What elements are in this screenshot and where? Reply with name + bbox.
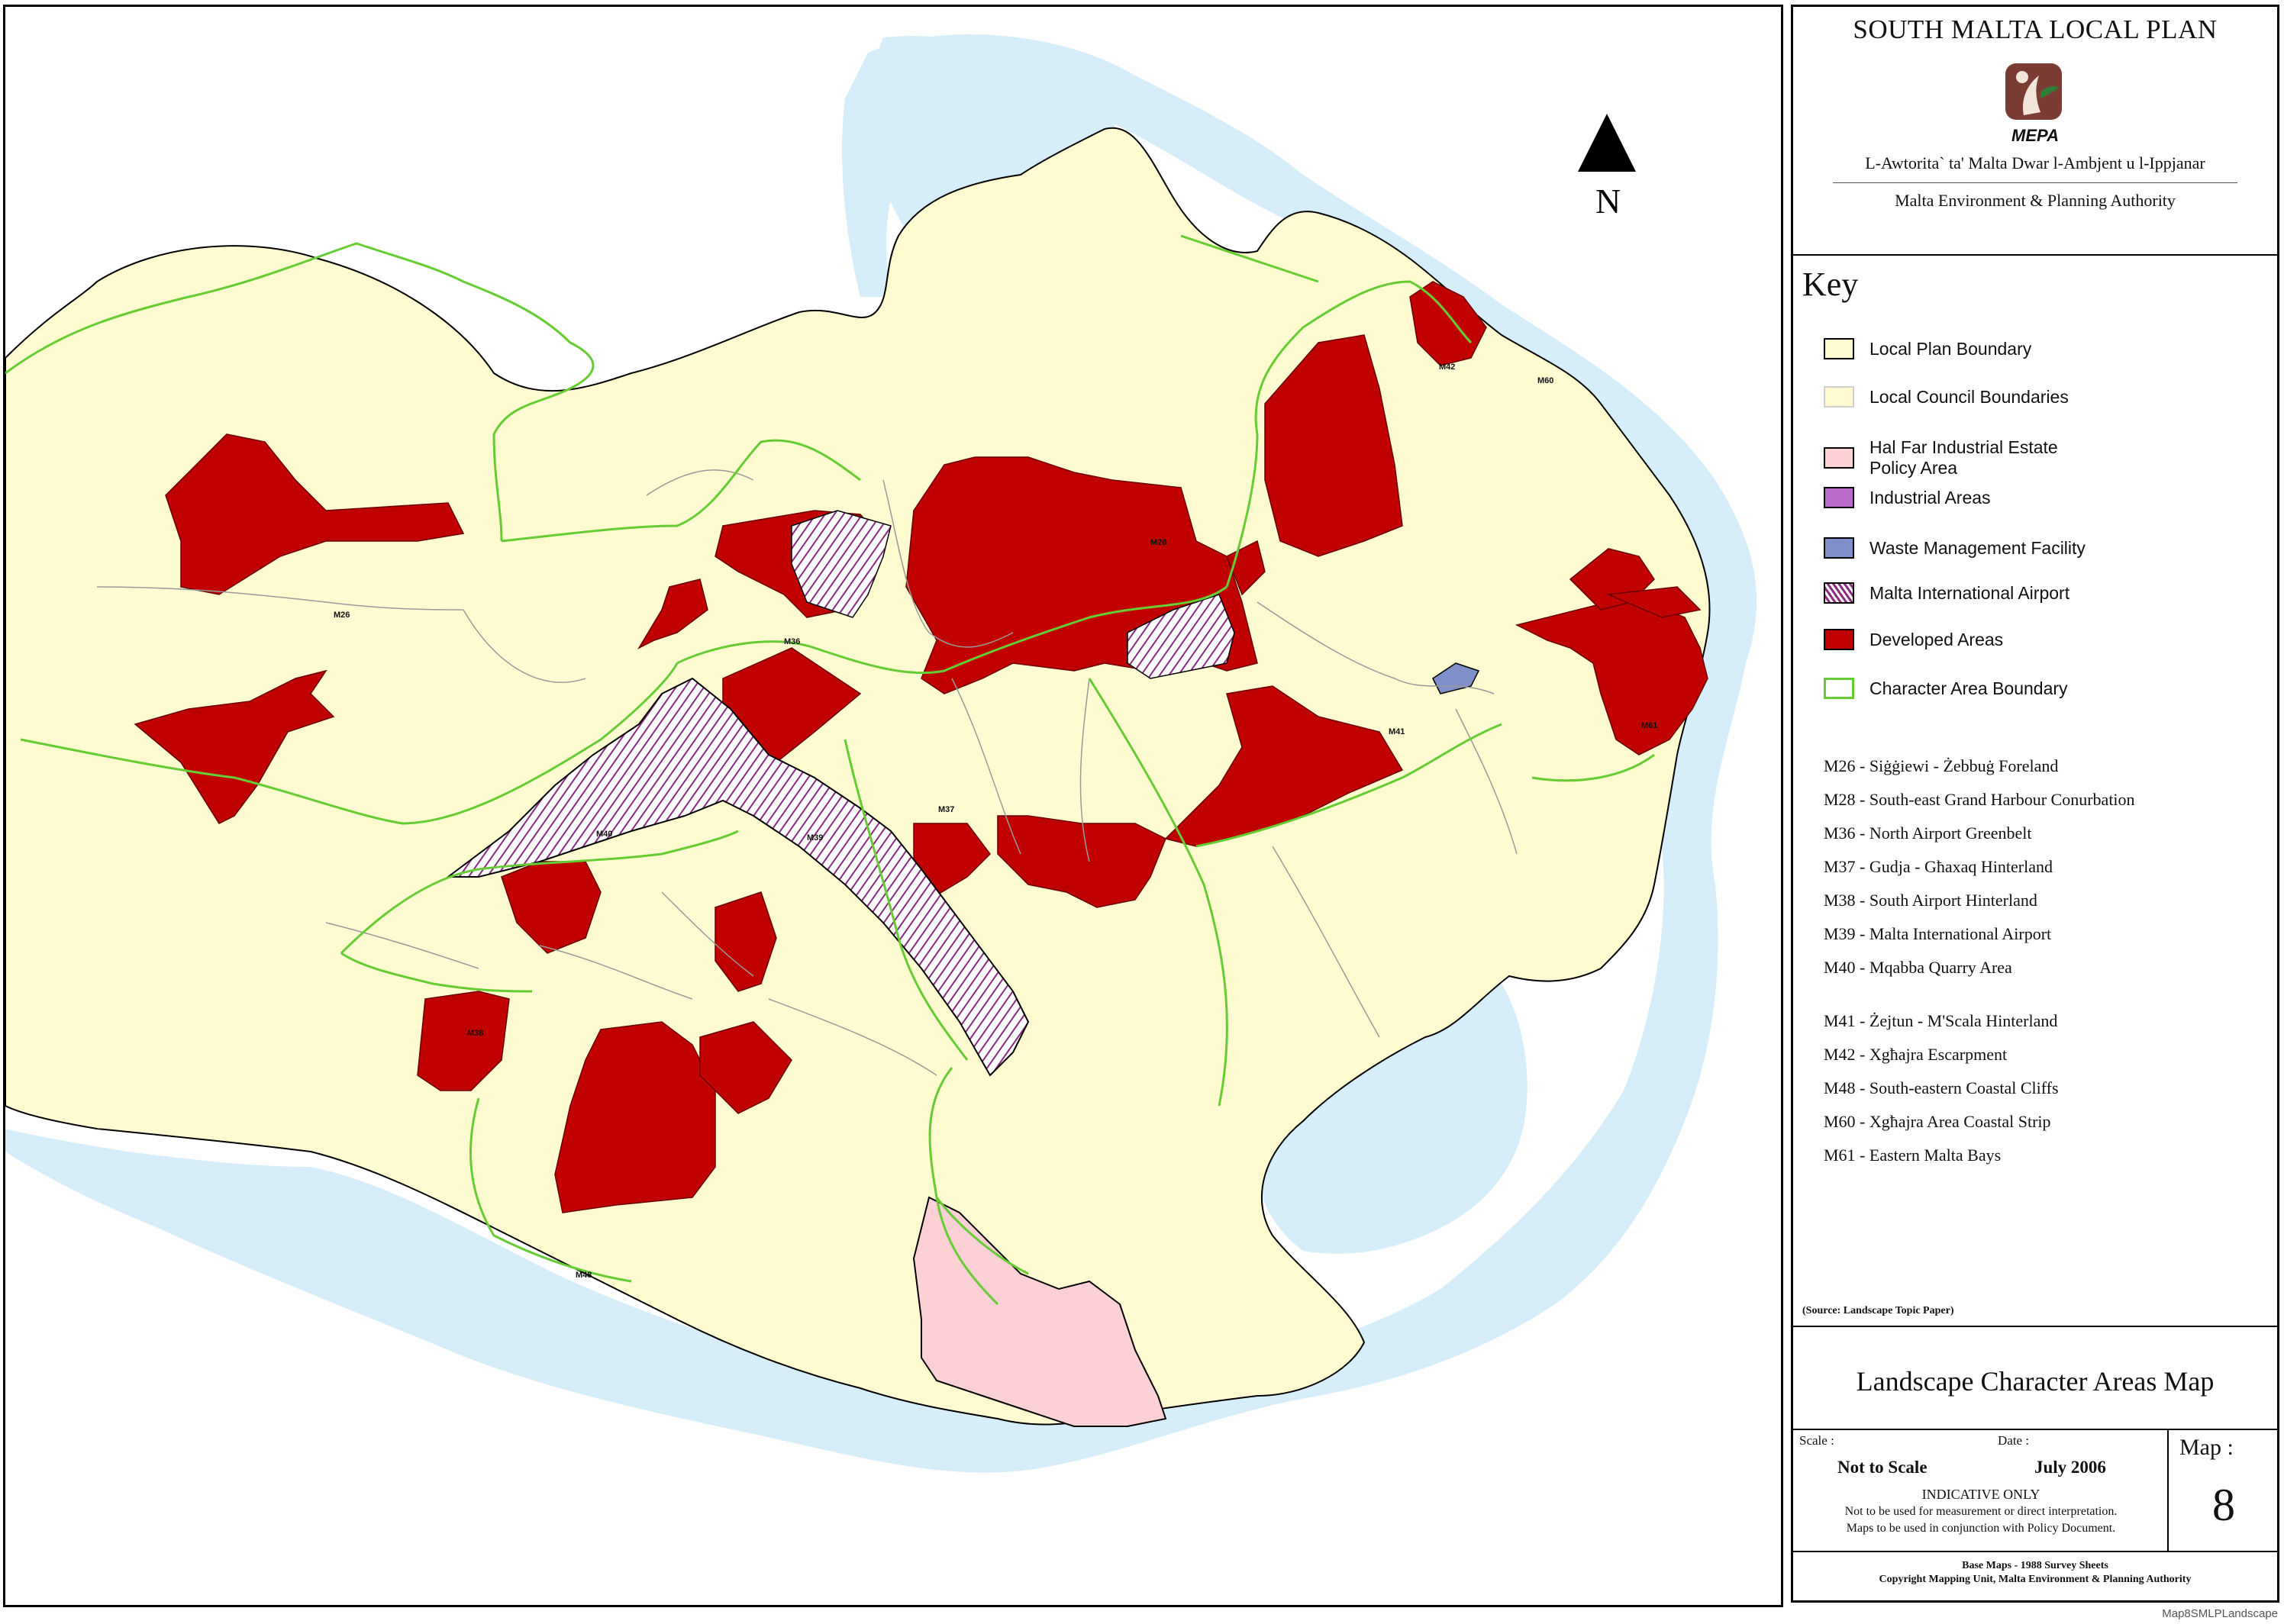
area-label-m48: M48: [576, 1271, 592, 1280]
date-value: July 2006: [2034, 1458, 2106, 1477]
legend-swatch: [1824, 338, 1854, 359]
legend-label: Hal Far Industrial Estate Policy Area: [1869, 437, 2058, 478]
copyright-note: Copyright Mapping Unit, Malta Environmen…: [1879, 1574, 2192, 1585]
area-label-m37: M37: [938, 805, 954, 814]
side-panel: SOUTH MALTA LOCAL PLAN MEPA L-Awtorita` …: [1791, 5, 2279, 1603]
area-code-m36: M36 - North Airport Greenbelt: [1824, 823, 2032, 843]
legend-label: Local Plan Boundary: [1869, 338, 2032, 359]
legend-swatch: [1824, 447, 1854, 469]
indicative-note: INDICATIVE ONLY: [1921, 1487, 2040, 1502]
map-number-box: Map : 8: [2167, 1430, 2279, 1552]
usage-note-line2: Maps to be used in conjunction with Poli…: [1846, 1522, 2116, 1535]
base-block: Base Maps - 1988 Survey Sheets Copyright…: [1793, 1552, 2277, 1600]
key-block: Key Local Plan Boundary Local Council Bo…: [1793, 256, 2277, 1327]
area-label-m42: M42: [1439, 362, 1455, 372]
area-code-m60: M60 - Xgħajra Area Coastal Strip: [1824, 1112, 2051, 1131]
area-label-m36: M36: [784, 637, 800, 646]
legend-item-airport: Malta International Airport: [1824, 582, 2069, 604]
legend-item-local-plan-boundary: Local Plan Boundary: [1824, 338, 2031, 359]
mepa-logo-icon: MEPA: [2005, 63, 2062, 145]
north-arrow-icon: [1578, 114, 1636, 172]
authority-name-english: Malta Environment & Planning Authority: [1895, 191, 2176, 210]
area-label-m38: M38: [467, 1029, 483, 1038]
legend-label: Malta International Airport: [1869, 582, 2070, 603]
area-code-m48: M48 - South-eastern Coastal Cliffs: [1824, 1078, 2059, 1097]
legend-label: Local Council Boundaries: [1869, 386, 2069, 407]
info-block: Scale : Date : Not to Scale July 2006 IN…: [1793, 1430, 2277, 1552]
legend-swatch: [1824, 386, 1854, 408]
legend-swatch: [1824, 487, 1854, 508]
legend-label-line1: Hal Far Industrial Estate: [1869, 437, 2058, 457]
usage-note-line1: Not to be used for measurement or direct…: [1844, 1505, 2118, 1518]
scale-caption: Scale :: [1799, 1433, 1834, 1448]
area-label-m28: M28: [1150, 538, 1166, 547]
legend-swatch: [1824, 629, 1854, 650]
key-title: Key: [1802, 266, 1859, 303]
area-code-m42: M42 - Xgħajra Escarpment: [1824, 1045, 2008, 1064]
area-code-m39: M39 - Malta International Airport: [1824, 924, 2052, 943]
map-canvas: M26 M28 M36 M37 M38 M39 M40 M41 M42 M48 …: [5, 34, 1757, 1473]
title-block: SOUTH MALTA LOCAL PLAN MEPA L-Awtorita` …: [1793, 7, 2277, 256]
legend-swatch: [1824, 582, 1854, 604]
mepa-logo: MEPA: [2001, 62, 2069, 147]
legend-label: Industrial Areas: [1869, 487, 1991, 508]
legend-label: Character Area Boundary: [1869, 678, 2068, 698]
map-number: 8: [2212, 1480, 2235, 1530]
area-code-m38: M38 - South Airport Hinterland: [1824, 891, 2037, 910]
area-label-m41: M41: [1389, 727, 1405, 736]
area-code-m41: M41 - Żejtun - M'Scala Hinterland: [1824, 1011, 2058, 1030]
legend-item-hal-far: Hal Far Industrial Estate Policy Area: [1824, 437, 2058, 478]
area-label-m26: M26: [334, 611, 350, 620]
area-label-m61: M61: [1641, 721, 1657, 730]
file-name: Map8SMLPLandscape: [2162, 1607, 2278, 1620]
plan-title: SOUTH MALTA LOCAL PLAN: [1853, 14, 2218, 44]
legend-label: Waste Management Facility: [1869, 537, 2086, 558]
area-code-m37: M37 - Gudja - Għaxaq Hinterland: [1824, 857, 2053, 876]
area-code-m61: M61 - Eastern Malta Bays: [1824, 1146, 2002, 1165]
area-code-m40: M40 - Mqabba Quarry Area: [1824, 958, 2012, 977]
map-frame: M26 M28 M36 M37 M38 M39 M40 M41 M42 M48 …: [3, 5, 1783, 1607]
area-label-m60: M60: [1537, 376, 1553, 385]
legend-item-waste-management: Waste Management Facility: [1824, 537, 2086, 559]
legend-label-line2: Policy Area: [1869, 458, 1958, 478]
logo-text: MEPA: [2011, 126, 2059, 145]
authority-name-maltese: L-Awtorita` ta' Malta Dwar l-Ambjent u l…: [1865, 153, 2205, 172]
legend-item-character-area-boundary: Character Area Boundary: [1824, 678, 2068, 699]
legend-swatch: [1824, 678, 1854, 699]
base-maps-note: Base Maps - 1988 Survey Sheets: [1962, 1560, 2108, 1571]
area-label-m39: M39: [807, 833, 823, 843]
legend-item-industrial-areas: Industrial Areas: [1824, 487, 1991, 508]
area-label-m40: M40: [596, 830, 612, 839]
area-code-m26: M26 - Siġġiewi - Żebbuġ Foreland: [1824, 756, 2059, 775]
source-note: (Source: Landscape Topic Paper): [1802, 1305, 1954, 1316]
legend-label: Developed Areas: [1869, 629, 2004, 649]
map-caption: Map :: [2179, 1435, 2234, 1460]
date-caption: Date :: [1998, 1433, 2030, 1448]
legend-swatch: [1824, 537, 1854, 559]
map-name: Landscape Character Areas Map: [1856, 1366, 2215, 1397]
divider: [1833, 182, 2237, 183]
map-name-block: Landscape Character Areas Map: [1793, 1327, 2277, 1430]
legend-item-local-council-boundaries: Local Council Boundaries: [1824, 386, 2069, 408]
scale-value: Not to Scale: [1837, 1458, 1928, 1477]
north-label: N: [1595, 182, 1621, 221]
legend-item-developed-areas: Developed Areas: [1824, 629, 2003, 650]
area-code-m28: M28 - South-east Grand Harbour Conurbati…: [1824, 790, 2135, 809]
